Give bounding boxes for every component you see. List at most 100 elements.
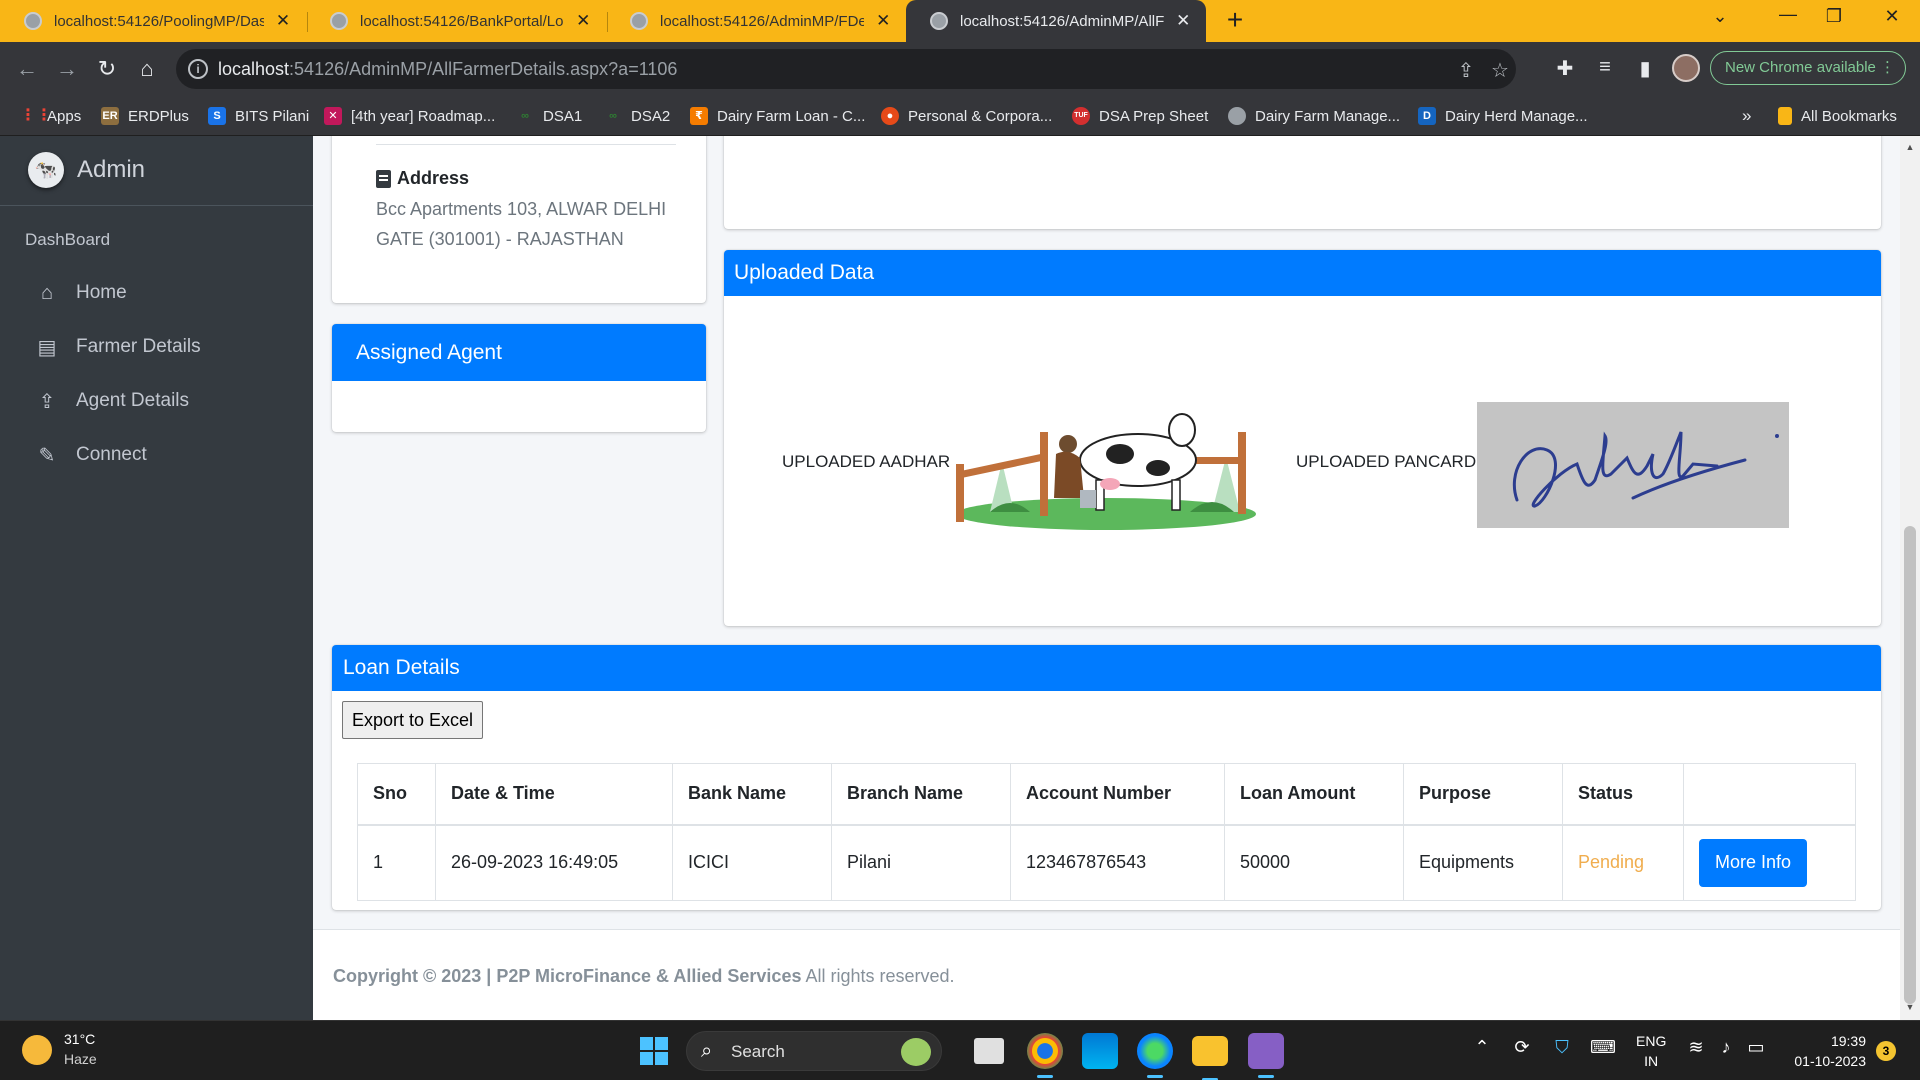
visual-studio-icon[interactable] — [1248, 1033, 1284, 1078]
scroll-thumb[interactable] — [1904, 526, 1916, 1004]
wifi-icon[interactable]: ≋ — [1684, 1037, 1708, 1058]
menu-dots-icon[interactable]: ⋮ — [1880, 52, 1895, 84]
browser-tab[interactable]: localhost:54126/BankPortal/Loa ✕ — [306, 0, 606, 42]
reload-button[interactable]: ↻ — [92, 54, 122, 84]
bookmark-label: DSA1 — [543, 107, 583, 125]
bookmark-star-icon[interactable]: ☆ — [1488, 58, 1512, 83]
windows-start-icon[interactable] — [640, 1037, 668, 1065]
taskbar-search[interactable]: ⌕ Search — [686, 1031, 942, 1071]
edit-icon: ✎ — [38, 444, 56, 467]
bookmark-bits-pilani[interactable]: S BITS Pilani — [208, 105, 309, 127]
cell-datetime: 26-09-2023 16:49:05 — [435, 824, 673, 901]
close-icon[interactable]: ✕ — [574, 11, 592, 31]
sync-icon[interactable]: ⟳ — [1510, 1037, 1534, 1058]
extensions-icon[interactable]: ✚ — [1552, 56, 1578, 81]
search-icon: ⌕ — [701, 1040, 713, 1062]
dsa-icon: ∞ — [609, 110, 617, 122]
export-to-excel-button[interactable]: Export to Excel — [342, 701, 484, 739]
window-close-button[interactable]: ✕ — [1872, 6, 1912, 27]
column-header: Status — [1562, 763, 1684, 826]
scroll-up-icon[interactable]: ▲ — [1904, 142, 1916, 152]
copyright-owner: Copyright © 2023 | P2P MicroFinance & Al… — [333, 966, 802, 986]
microsoft-store-icon[interactable] — [1082, 1033, 1118, 1069]
bookmark-apps[interactable]: ⋮⋮ Apps — [20, 105, 81, 127]
edge-icon[interactable] — [1137, 1033, 1173, 1078]
weather-icon[interactable] — [22, 1035, 52, 1065]
search-highlight-icon — [901, 1038, 931, 1066]
bookmark-dairy-farm-manage[interactable]: Dairy Farm Manage... — [1228, 105, 1400, 127]
aadhar-image[interactable] — [950, 402, 1262, 532]
file-explorer-icon[interactable] — [1192, 1036, 1228, 1080]
bookmarks-bar: ⋮⋮ Apps ER ERDPlus S BITS Pilani ✕ [4th … — [0, 96, 1920, 136]
table-header-row: Sno Date & Time Bank Name Branch Name Ac… — [357, 763, 1856, 826]
volume-icon[interactable]: ♪ — [1714, 1037, 1738, 1058]
system-clock[interactable]: 19:39 01-10-2023 — [1786, 1031, 1866, 1071]
cell-purpose: Equipments — [1403, 824, 1563, 901]
weather-temperature[interactable]: 31°C — [64, 1031, 95, 1047]
bookmark-dsa-prep-sheet[interactable]: TUF DSA Prep Sheet — [1072, 105, 1208, 127]
browser-tab[interactable]: localhost:54126/AdminMP/FDet ✕ — [606, 0, 906, 42]
bookmark-personal-corporate[interactable]: ● Personal & Corpora... — [881, 105, 1052, 127]
scroll-down-icon[interactable]: ▼ — [1904, 1002, 1916, 1012]
home-button[interactable]: ⌂ — [132, 54, 162, 84]
sidebar-item-connect[interactable]: ✎ Connect — [16, 432, 298, 478]
site-info-icon[interactable]: i — [188, 59, 208, 79]
browser-tab-active[interactable]: localhost:54126/AdminMP/AllFa ✕ — [906, 0, 1206, 42]
new-tab-button[interactable]: + — [1218, 4, 1252, 36]
sidebar-item-agent-details[interactable]: ⇪ Agent Details — [16, 378, 298, 424]
loan-details-card: Loan Details Export to Excel Sno Date & … — [332, 645, 1881, 910]
task-view-icon[interactable] — [974, 1038, 1004, 1064]
new-chrome-available-button[interactable]: New Chrome available ⋮ — [1710, 51, 1906, 85]
address-bar[interactable]: i localhost:54126/AdminMP/AllFarmerDetai… — [176, 49, 1516, 89]
sidebar-item-label: Connect — [76, 444, 147, 465]
tab-search-chevron-icon[interactable]: ⌄ — [1700, 6, 1740, 27]
show-hidden-icons[interactable]: ⌃ — [1470, 1037, 1494, 1058]
globe-icon — [630, 12, 648, 30]
profile-avatar[interactable] — [1672, 54, 1700, 82]
share-icon[interactable]: ⇪ — [1454, 58, 1478, 83]
cell-account-number: 123467876543 — [1010, 824, 1225, 901]
page-scrollbar[interactable]: ▲ ▼ — [1900, 136, 1920, 1020]
cell-bank-name: ICICI — [672, 824, 832, 901]
close-icon[interactable]: ✕ — [1174, 11, 1192, 31]
side-panel-icon[interactable]: ▮ — [1632, 56, 1658, 81]
media-control-icon[interactable]: ≡ — [1592, 56, 1618, 79]
bookmark-erdplus[interactable]: ER ERDPlus — [101, 105, 189, 127]
sidebar-item-home[interactable]: ⌂ Home — [16, 270, 298, 316]
column-header: Sno — [357, 763, 436, 826]
loan-details-header: Loan Details — [332, 645, 1881, 691]
tab-title: localhost:54126/BankPortal/Loa — [360, 12, 565, 30]
notification-badge[interactable]: 3 — [1876, 1041, 1896, 1061]
rupee-icon: ₹ — [690, 107, 708, 125]
chrome-icon[interactable] — [1027, 1033, 1063, 1078]
restore-button[interactable]: ❐ — [1814, 6, 1854, 27]
address-card: Address Bcc Apartments 103, ALWAR DELHI … — [332, 136, 706, 303]
back-button[interactable]: ← — [12, 54, 42, 84]
uploaded-data-card: Uploaded Data UPLOADED AADHAR UPLOADED P… — [724, 250, 1881, 626]
bookmark-dsa1[interactable]: ∞ DSA1 — [516, 105, 582, 127]
tab-title: localhost:54126/AdminMP/AllFa — [960, 12, 1165, 30]
security-shield-icon[interactable]: ⛉ — [1550, 1037, 1574, 1058]
minimize-button[interactable]: — — [1768, 4, 1808, 25]
more-info-button[interactable]: More Info — [1699, 838, 1808, 887]
keyboard-icon[interactable]: ⌨ — [1590, 1037, 1616, 1058]
language-indicator[interactable]: ENG IN — [1636, 1031, 1666, 1071]
bookmark-label: Dairy Herd Manage... — [1445, 107, 1588, 125]
forward-button[interactable]: → — [52, 54, 82, 84]
pancard-image[interactable] — [1477, 402, 1789, 528]
brand-link[interactable]: 🐄 Admin — [0, 136, 313, 206]
more-bookmarks-button[interactable]: » — [1742, 105, 1751, 127]
bookmark-roadmap[interactable]: ✕ [4th year] Roadmap... — [324, 105, 495, 127]
close-icon[interactable]: ✕ — [274, 11, 292, 31]
bookmark-dairy-farm-loan[interactable]: ₹ Dairy Farm Loan - C... — [690, 105, 865, 127]
weather-description[interactable]: Haze — [64, 1051, 97, 1067]
roadmap-icon: ✕ — [324, 107, 342, 125]
sidebar-item-farmer-details[interactable]: ▤ Farmer Details — [16, 324, 298, 370]
browser-tab[interactable]: localhost:54126/PoolingMP/Das ✕ — [0, 0, 306, 42]
battery-icon[interactable]: ▭ — [1744, 1037, 1768, 1058]
bookmark-dsa2[interactable]: ∞ DSA2 — [604, 105, 670, 127]
bookmark-dairy-herd-manage[interactable]: D Dairy Herd Manage... — [1418, 105, 1588, 127]
all-bookmarks-button[interactable]: All Bookmarks — [1778, 105, 1897, 127]
close-icon[interactable]: ✕ — [874, 11, 892, 31]
globe-icon — [930, 12, 948, 30]
